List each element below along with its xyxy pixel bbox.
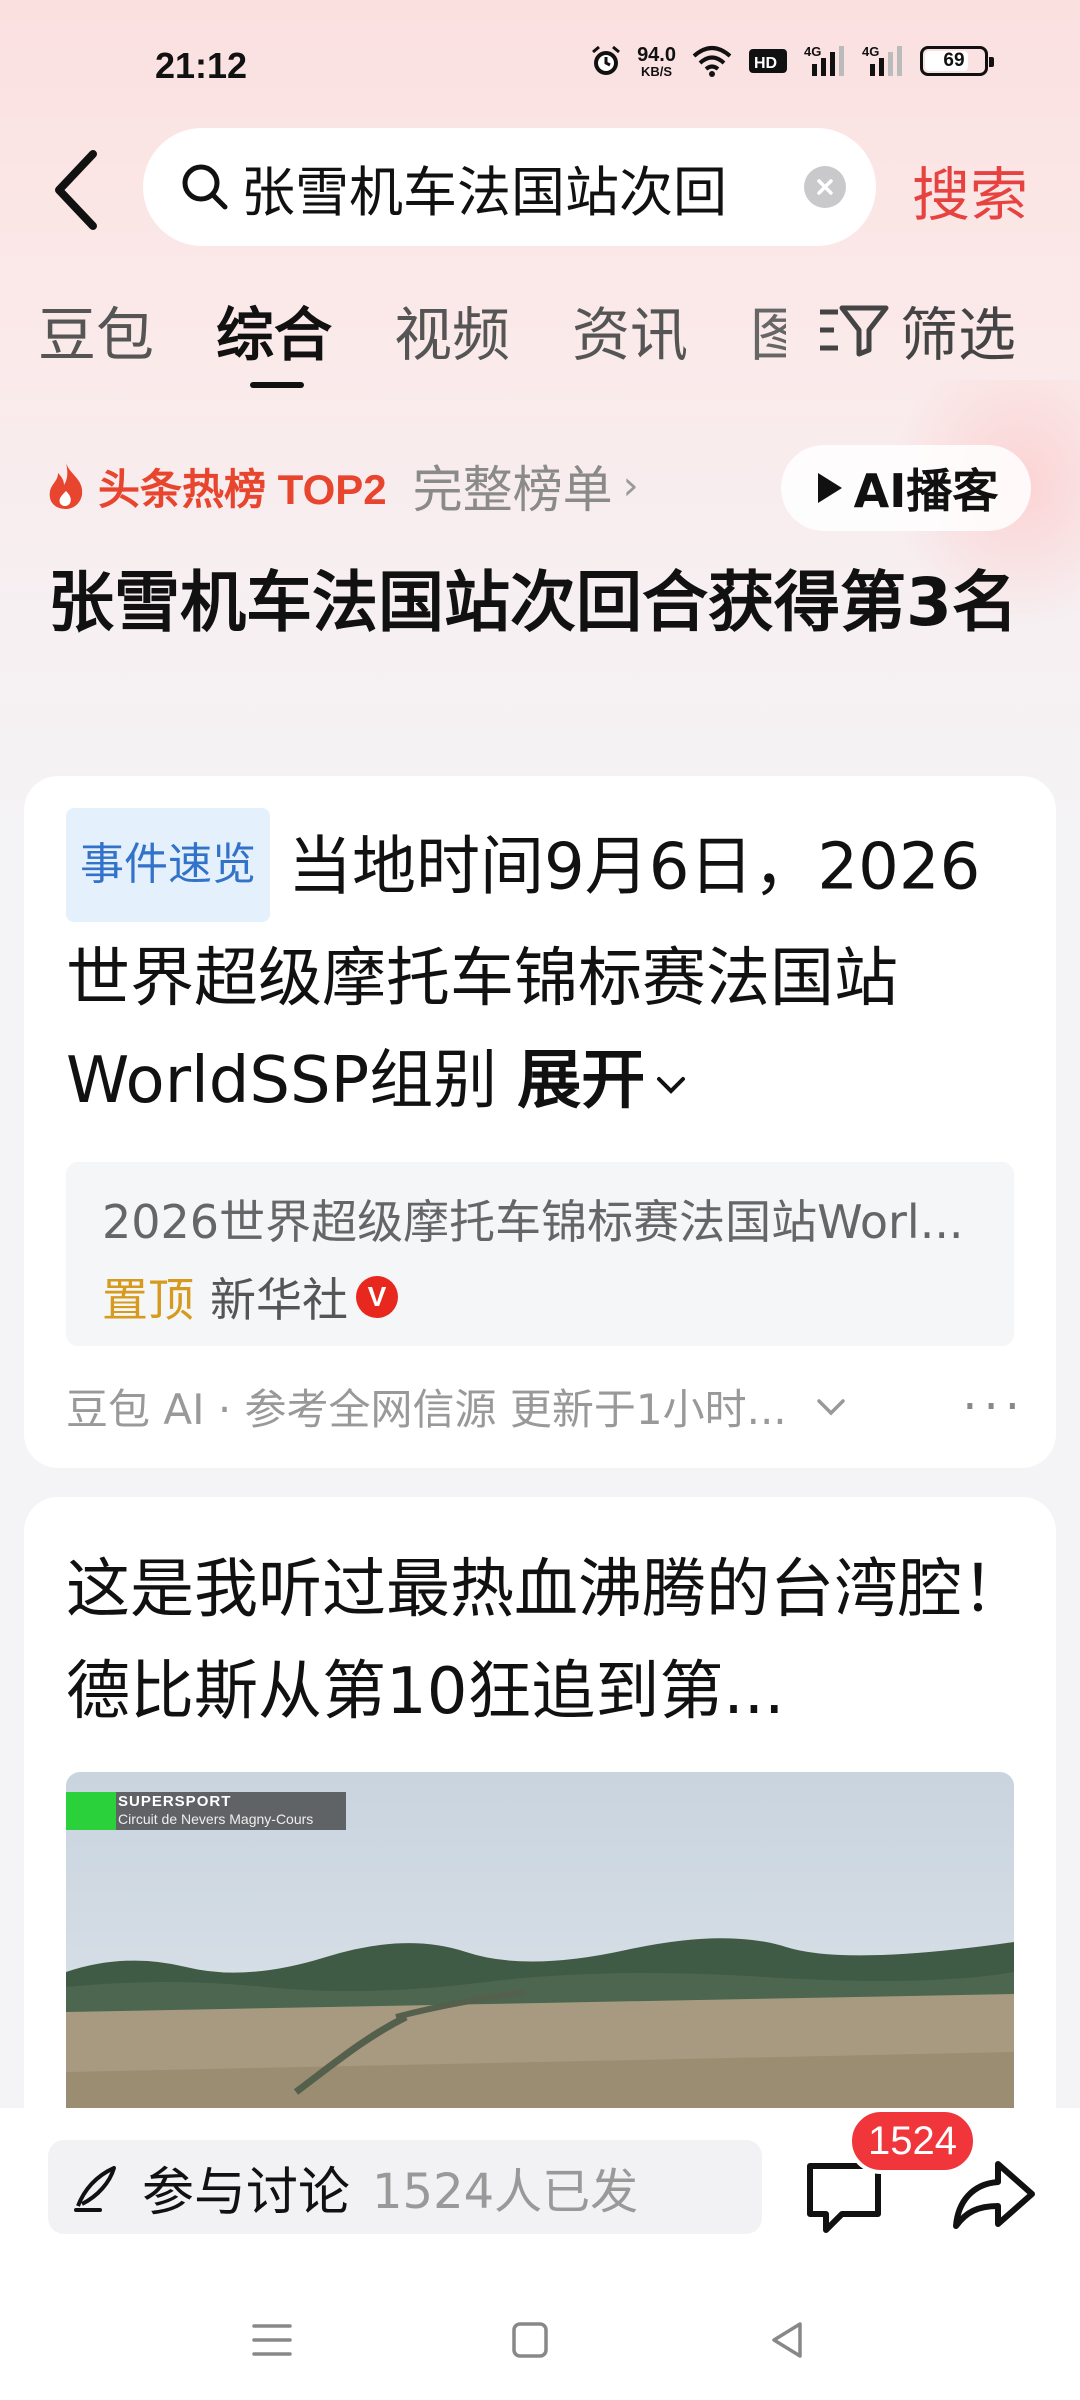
broadcast-logo — [66, 1792, 116, 1830]
ai-podcast-label: AI播客 — [853, 464, 999, 518]
net-speed-value: 94.0 — [637, 43, 676, 66]
filter-button[interactable]: 筛选 — [818, 288, 1016, 372]
source-article[interactable]: 2026世界超级摩托车锦标赛法国站Worl... 置顶 新华社 V — [66, 1162, 1014, 1346]
tab-video[interactable]: 视频 — [394, 288, 510, 372]
search-input[interactable]: 张雪机车法国站次回 — [143, 128, 876, 246]
svg-text:4G: 4G — [804, 44, 821, 59]
event-badge: 事件速览 — [66, 808, 270, 922]
event-summary-card[interactable]: 事件速览 当地时间9月6日，2026世界超级摩托车锦标赛法国站WorldSSP组别… — [24, 776, 1056, 1468]
ai-podcast-button[interactable]: AI播客 — [781, 445, 1031, 531]
back-arrow-icon — [55, 150, 97, 230]
chevron-down-icon[interactable] — [813, 1393, 849, 1421]
active-tab-indicator — [250, 382, 304, 388]
search-button[interactable]: 搜索 — [912, 148, 1028, 232]
broadcast-circuit: Circuit de Nevers Magny-Cours — [118, 1811, 314, 1827]
battery-percent: 69 — [943, 50, 965, 71]
source-meta: 置顶 新华社 V — [102, 1264, 978, 1330]
share-button[interactable] — [950, 2150, 1040, 2240]
pinned-tag: 置顶 — [102, 1273, 194, 1327]
event-summary[interactable]: 事件速览 当地时间9月6日，2026世界超级摩托车锦标赛法国站WorldSSP组别… — [66, 808, 1026, 1132]
signal-1-icon: 4G — [804, 44, 848, 78]
chevron-right-icon: › — [622, 463, 639, 509]
video-title[interactable]: 这是我听过最热血沸腾的台湾腔！德比斯从第10狂追到第... — [66, 1539, 1026, 1743]
card-footer: 豆包 AI · 参考全网信源 更新于1小时... ··· — [66, 1376, 1026, 1437]
expand-button[interactable]: 展开 — [517, 1044, 691, 1118]
system-nav-bar — [0, 2280, 1080, 2400]
status-icons: 94.0 KB/S HD 4G 4G 69 — [589, 44, 994, 78]
hot-list-row[interactable]: 头条热榜 TOP2 完整榜单 › — [44, 450, 639, 522]
tab-doubao[interactable]: 豆包 — [38, 288, 154, 372]
back-nav-icon[interactable] — [758, 2310, 818, 2370]
tab-all[interactable]: 综合 — [216, 288, 332, 372]
broadcast-overlay: SUPERSPORT Circuit de Nevers Magny-Cours — [66, 1792, 346, 1830]
more-options-icon[interactable]: ··· — [962, 1379, 1026, 1435]
clear-icon[interactable] — [804, 166, 846, 208]
source-title: 2026世界超级摩托车锦标赛法国站Worl... — [102, 1195, 964, 1249]
filter-icon — [820, 305, 889, 357]
page-title: 张雪机车法国站次回合获得第3名 — [48, 564, 1018, 641]
share-icon — [953, 2161, 1035, 2229]
chevron-down-icon — [657, 1077, 686, 1095]
tab-image[interactable]: 图 — [750, 288, 786, 372]
discussion-count: 1524人已发 — [372, 2164, 639, 2220]
alarm-icon — [589, 44, 623, 78]
discussion-label: 参与讨论 — [142, 2162, 351, 2223]
video-card[interactable]: 这是我听过最热血沸腾的台湾腔！德比斯从第10狂追到第... SUPERSPORT… — [24, 1497, 1056, 2197]
wifi-icon — [690, 44, 734, 78]
svg-text:4G: 4G — [862, 44, 879, 59]
menu-icon[interactable] — [242, 2310, 302, 2370]
svg-text:HD: HD — [754, 55, 777, 72]
flame-icon — [49, 463, 83, 509]
hot-rank-badge: 头条热榜 TOP2 — [98, 465, 387, 513]
discussion-input[interactable]: 参与讨论 1524人已发 — [48, 2140, 762, 2234]
search-icon — [182, 164, 228, 210]
signal-2-icon: 4G — [862, 44, 906, 78]
tab-news[interactable]: 资讯 — [572, 288, 688, 372]
pen-icon — [74, 2166, 116, 2212]
filter-label: 筛选 — [900, 301, 1017, 369]
broadcast-series: SUPERSPORT — [118, 1793, 232, 1810]
hd-icon: HD — [748, 46, 790, 76]
publisher-name: 新华社 — [210, 1273, 348, 1327]
status-bar: 21:12 94.0 KB/S HD 4G 4G 69 — [0, 0, 1080, 130]
play-icon — [817, 473, 842, 503]
home-icon[interactable] — [500, 2310, 560, 2370]
back-button[interactable] — [46, 145, 106, 235]
ai-source-note: 豆包 AI · 参考全网信源 更新于1小时... — [66, 1385, 787, 1434]
battery-icon: 69 — [920, 46, 994, 76]
status-time: 21:12 — [155, 45, 248, 86]
expand-label: 展开 — [517, 1044, 646, 1118]
network-speed: 94.0 KB/S — [637, 45, 676, 78]
net-speed-unit: KB/S — [641, 63, 673, 79]
full-list-link[interactable]: 完整榜单 — [413, 450, 613, 522]
verified-icon: V — [356, 1276, 398, 1318]
search-query[interactable]: 张雪机车法国站次回 — [241, 148, 761, 227]
